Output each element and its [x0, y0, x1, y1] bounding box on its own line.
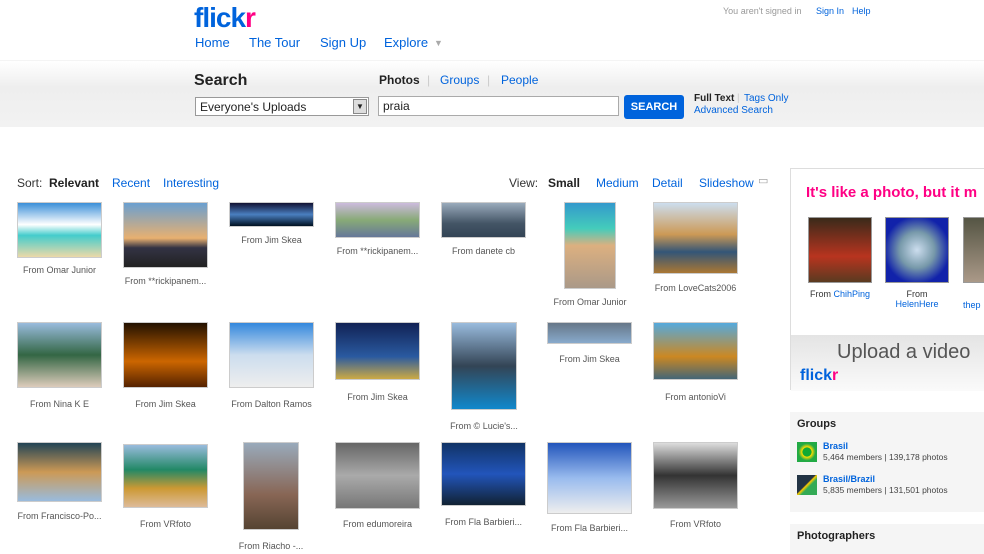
photo-thumbnail[interactable] — [17, 202, 102, 258]
photo-caption[interactable]: From Jim Skea — [537, 354, 643, 364]
photo-caption[interactable]: From antonioVi — [643, 392, 749, 402]
search-band — [0, 60, 984, 127]
advanced-search-link[interactable]: Advanced Search — [694, 105, 773, 116]
photo-caption[interactable]: From **rickipanem... — [325, 246, 431, 256]
sort-recent[interactable]: Recent — [112, 176, 150, 190]
group-stats: 5,464 members | 139,178 photos — [823, 452, 948, 462]
photo-caption[interactable]: From Dalton Ramos — [219, 399, 325, 409]
photo-thumbnail[interactable] — [547, 442, 632, 514]
divider: | — [737, 93, 740, 104]
view-slideshow[interactable]: Slideshow — [699, 176, 754, 190]
view-detail[interactable]: Detail — [652, 176, 683, 190]
photographers-title: Photographers — [797, 530, 876, 542]
photo-thumbnail[interactable] — [243, 442, 299, 530]
photo-caption[interactable]: From Omar Junior — [7, 265, 113, 275]
sort-relevant[interactable]: Relevant — [49, 176, 99, 190]
promo-video-thumb[interactable] — [885, 217, 949, 283]
promo-from: From — [906, 289, 928, 299]
sign-in-link[interactable]: Sign In — [816, 6, 844, 16]
photo-thumbnail[interactable] — [441, 442, 526, 506]
photo-thumbnail[interactable] — [335, 442, 420, 509]
group-stats: 5,835 members | 131,501 photos — [823, 485, 948, 495]
photo-caption[interactable]: From Jim Skea — [325, 392, 431, 402]
tags-only-link[interactable]: Tags Only — [744, 93, 788, 104]
photo-caption[interactable]: From Riacho -... — [218, 541, 324, 551]
photo-caption[interactable]: From Nina K E — [7, 399, 113, 409]
photo-thumbnail[interactable] — [653, 202, 738, 274]
tab-people[interactable]: People — [501, 73, 538, 87]
sort-label: Sort: — [17, 176, 43, 190]
chevron-down-icon: ▼ — [353, 99, 367, 114]
promo-user-link[interactable]: ChihPing — [833, 289, 870, 299]
photo-caption[interactable]: From **rickipanem... — [113, 276, 219, 286]
promo-user-link[interactable]: HelenHere — [895, 299, 938, 309]
photo-caption[interactable]: From VRfoto — [113, 519, 219, 529]
signed-status: You aren't signed in — [723, 6, 802, 16]
photo-caption[interactable]: From Fla Barbieri... — [537, 523, 643, 533]
promo-video-thumb[interactable] — [808, 217, 872, 283]
photo-thumbnail[interactable] — [653, 322, 738, 380]
help-link[interactable]: Help — [852, 6, 871, 16]
photo-thumbnail[interactable] — [123, 202, 208, 268]
photo-thumbnail[interactable] — [17, 442, 102, 502]
promo-video-thumb[interactable] — [963, 217, 984, 283]
promo-user-link[interactable]: thep — [963, 300, 981, 310]
photo-caption[interactable]: From © Lucie's... — [431, 421, 537, 431]
photo-thumbnail[interactable] — [123, 444, 208, 508]
search-title: Search — [194, 72, 248, 89]
photo-caption[interactable]: From Jim Skea — [219, 235, 325, 245]
photo-thumbnail[interactable] — [335, 322, 420, 380]
group-icon — [797, 475, 817, 495]
photo-caption[interactable]: From danete cb — [431, 246, 537, 256]
photo-thumbnail[interactable] — [335, 202, 420, 238]
upload-video-text: Upload a video — [837, 341, 971, 363]
groups-title: Groups — [797, 418, 837, 430]
view-medium[interactable]: Medium — [596, 176, 639, 190]
scope-value: Everyone's Uploads — [200, 100, 307, 114]
tab-photos[interactable]: Photos — [379, 73, 420, 87]
photo-thumbnail[interactable] — [229, 322, 314, 388]
photo-caption[interactable]: From LoveCats2006 — [643, 283, 749, 293]
photo-caption[interactable]: From Omar Junior — [537, 297, 643, 307]
photo-thumbnail[interactable] — [653, 442, 738, 509]
photo-caption[interactable]: From edumoreira — [325, 519, 431, 529]
photo-thumbnail[interactable] — [123, 322, 208, 388]
nav-the-tour[interactable]: The Tour — [249, 35, 300, 50]
nav-home[interactable]: Home — [195, 35, 230, 50]
nav-explore[interactable]: Explore — [384, 35, 428, 50]
nav-sign-up[interactable]: Sign Up — [320, 35, 366, 50]
photo-thumbnail[interactable] — [17, 322, 102, 388]
photo-caption[interactable]: From Francisco-Po... — [7, 511, 113, 521]
promo-headline: It's like a photo, but it m — [806, 184, 978, 201]
photo-caption[interactable]: From Jim Skea — [113, 399, 219, 409]
flickr-logo[interactable]: flickr — [194, 2, 256, 34]
group-name[interactable]: Brasil — [823, 441, 848, 451]
promo-flickr-logo: flickr — [800, 367, 839, 384]
photo-thumbnail[interactable] — [451, 322, 517, 410]
full-text-option[interactable]: Full Text — [694, 93, 734, 104]
view-label: View: — [509, 176, 539, 190]
slideshow-icon[interactable]: ▭ — [758, 174, 768, 187]
video-promo[interactable]: It's like a photo, but it m From ChihPin… — [790, 168, 984, 391]
group-name[interactable]: Brasil/Brazil — [823, 474, 875, 484]
photo-thumbnail[interactable] — [441, 202, 526, 238]
divider: | — [487, 73, 491, 87]
promo-from: From — [809, 289, 831, 299]
scope-select[interactable]: Everyone's Uploads ▼ — [195, 97, 369, 116]
photo-thumbnail[interactable] — [564, 202, 616, 289]
search-button[interactable]: SEARCH — [624, 95, 684, 119]
view-small[interactable]: Small — [548, 176, 580, 190]
photographers-panel: Photographers — [790, 524, 984, 554]
photo-caption[interactable]: From VRfoto — [643, 519, 749, 529]
groups-panel: Groups Brasil 5,464 members | 139,178 ph… — [790, 412, 984, 512]
photo-thumbnail[interactable] — [229, 202, 314, 227]
photo-caption[interactable]: From Fla Barbieri... — [431, 517, 537, 527]
explore-dropdown-icon[interactable]: ▼ — [434, 38, 443, 48]
tab-groups[interactable]: Groups — [440, 73, 479, 87]
divider: | — [427, 73, 431, 87]
search-input[interactable]: praia — [378, 96, 619, 116]
group-icon — [797, 442, 817, 462]
sort-interesting[interactable]: Interesting — [163, 176, 219, 190]
photo-thumbnail[interactable] — [547, 322, 632, 344]
